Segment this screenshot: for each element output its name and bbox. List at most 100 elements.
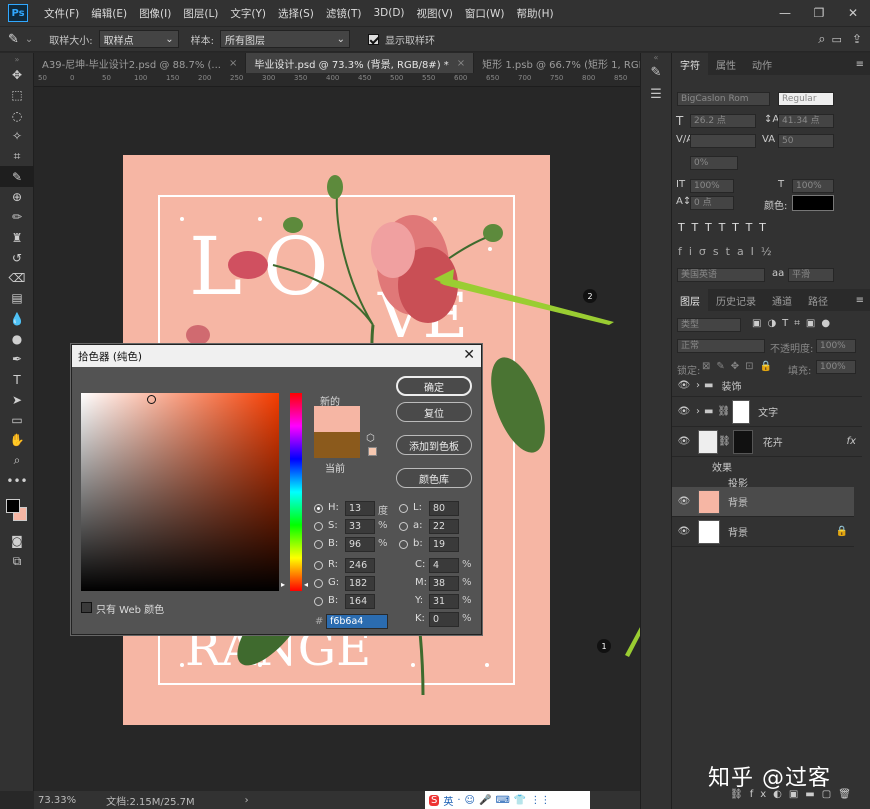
menu-edit[interactable]: 编辑(E) (85, 6, 133, 21)
font-style-select[interactable]: Regular (778, 92, 834, 106)
chevron-right-icon[interactable]: › (245, 795, 249, 806)
close-icon[interactable]: ✕ (463, 347, 475, 363)
current-color-swatch[interactable] (314, 432, 360, 458)
chevron-right-icon[interactable]: › (696, 380, 700, 391)
sample-select[interactable]: 所有图层 ⌄ (220, 30, 351, 48)
gradient-tool-icon[interactable]: ▤ (0, 288, 34, 308)
baseline-field[interactable]: 0 点 (690, 196, 734, 210)
menu-filter[interactable]: 滤镜(T) (320, 6, 368, 21)
tab-paths[interactable]: 路径 (800, 289, 836, 311)
text-color-swatch[interactable] (792, 195, 834, 211)
share-icon[interactable]: ⇪ (852, 32, 862, 46)
hue-slider[interactable] (290, 393, 302, 591)
font-family-select[interactable]: BigCaslon Rom (677, 92, 770, 106)
screen-mode-icon[interactable]: ⧉ (0, 552, 34, 572)
tab-document-1[interactable]: A39-尼坤-毕业设计2.psd @ 88.7% (... × (34, 53, 247, 73)
lab-a-radio[interactable] (399, 522, 408, 531)
menu-image[interactable]: 图像(I) (133, 6, 177, 21)
layer-row[interactable]: 👁 背景 🔒 (672, 517, 854, 547)
cyan-field[interactable]: 4 (429, 558, 459, 573)
keyboard-icon[interactable]: ⌨ (495, 795, 509, 806)
visibility-eye-icon[interactable]: 👁 (672, 436, 696, 447)
color-libraries-button[interactable]: 颜色库 (396, 468, 472, 488)
layer-row-selected[interactable]: 👁 背景 (672, 487, 854, 517)
tab-document-2[interactable]: 毕业设计.psd @ 73.3% (背景, RGB/8#) * × (246, 53, 475, 73)
zoom-level[interactable]: 73.33% (38, 795, 76, 806)
blend-mode-select[interactable]: 正常 (677, 339, 765, 353)
yellow-field[interactable]: 31 (429, 594, 459, 609)
ime-logo-icon[interactable]: S (429, 794, 440, 806)
eyedropper-tool-icon[interactable]: ✎ (0, 166, 34, 187)
lab-l-field[interactable]: 80 (429, 501, 459, 516)
layer-thumbnail[interactable] (698, 429, 718, 454)
crop-tool-icon[interactable]: ⌗ (0, 146, 34, 166)
menu-window[interactable]: 窗口(W) (459, 6, 511, 21)
zoom-tool-icon[interactable]: ⌕ (0, 451, 34, 471)
tab-channels[interactable]: 通道 (764, 289, 800, 311)
menu-type[interactable]: 文字(Y) (224, 6, 272, 21)
lab-l-radio[interactable] (399, 504, 408, 513)
close-icon[interactable]: × (229, 58, 237, 69)
microphone-icon[interactable]: 🎤 (479, 795, 491, 806)
search-icon[interactable]: ⌕ (818, 32, 825, 47)
opacity-field[interactable]: 100% (816, 339, 856, 353)
menu-help[interactable]: 帮助(H) (511, 6, 560, 21)
layer-mask-thumbnail[interactable] (732, 429, 753, 454)
tab-actions[interactable]: 动作 (744, 53, 780, 75)
type-tool-icon[interactable]: T (0, 369, 34, 389)
saturation-field[interactable]: 33 (345, 519, 375, 534)
collapse-icon[interactable]: « (641, 53, 671, 65)
show-sampling-ring-checkbox[interactable] (368, 33, 380, 45)
brush-tool-icon[interactable]: ✏ (0, 207, 34, 227)
reset-button[interactable]: 复位 (396, 402, 472, 422)
tab-history[interactable]: 历史记录 (708, 289, 764, 311)
adjustments-icon[interactable]: ☰ (641, 87, 671, 109)
red-field[interactable]: 246 (345, 558, 375, 573)
brush-settings-icon[interactable]: ✎ (641, 65, 671, 87)
panel-menu-icon[interactable]: ≡ (856, 59, 864, 70)
horizontal-scale-field[interactable]: 100% (792, 179, 834, 193)
anti-alias-select[interactable]: 平滑 (788, 268, 834, 282)
minimize-button[interactable]: — (768, 6, 802, 20)
dodge-tool-icon[interactable]: ● (0, 329, 34, 349)
saturation-radio[interactable] (314, 522, 323, 531)
hue-slider-right-arrow-icon[interactable]: ◂ (304, 580, 308, 589)
punctuation-icon[interactable]: · (457, 795, 460, 806)
green-radio[interactable] (314, 579, 323, 588)
layer-filter-select[interactable]: 类型 (677, 318, 741, 332)
more-tools-icon[interactable]: ••• (0, 471, 34, 491)
visibility-eye-icon[interactable]: 👁 (672, 496, 696, 507)
menu-layer[interactable]: 图层(L) (177, 6, 224, 21)
menu-file[interactable]: 文件(F) (38, 6, 85, 21)
pen-tool-icon[interactable]: ✒ (0, 349, 34, 369)
grid-icon[interactable]: ⋮⋮ (530, 795, 550, 806)
hue-slider-left-arrow-icon[interactable]: ▸ (281, 580, 285, 589)
vertical-scale-field[interactable]: 100% (690, 179, 734, 193)
layer-mask-thumbnail[interactable] (732, 399, 751, 424)
panel-menu-icon[interactable]: ≡ (856, 295, 864, 306)
rectangle-tool-icon[interactable]: ▭ (0, 410, 34, 430)
eraser-tool-icon[interactable]: ⌫ (0, 268, 34, 288)
lab-a-field[interactable]: 22 (429, 519, 459, 534)
hue-radio[interactable] (314, 504, 323, 513)
visibility-eye-icon[interactable]: 👁 (672, 406, 696, 417)
tool-preset-chevron-icon[interactable]: ⌄ (25, 34, 33, 45)
opentype-buttons[interactable]: fiσstaⅠ½ (678, 245, 779, 258)
color-picker-handle[interactable] (147, 395, 156, 404)
brightness-radio[interactable] (314, 540, 323, 549)
close-button[interactable]: ✕ (836, 6, 870, 20)
black-field[interactable]: 0 (429, 612, 459, 627)
type-style-buttons[interactable]: TTTTTTT (678, 221, 773, 234)
close-icon[interactable]: × (457, 58, 465, 69)
menu-select[interactable]: 选择(S) (272, 6, 320, 21)
blur-tool-icon[interactable]: 💧 (0, 309, 34, 329)
visibility-eye-icon[interactable]: 👁 (672, 380, 696, 391)
hand-tool-icon[interactable]: ✋ (0, 430, 34, 450)
magenta-field[interactable]: 38 (429, 576, 459, 591)
marquee-tool-icon[interactable]: ⬚ (0, 85, 34, 105)
workspace-icon[interactable]: ▭ (832, 33, 842, 46)
layer-row[interactable]: 👁 › ▬ ⛓ 文字 (672, 397, 862, 427)
skin-icon[interactable]: 👕 (514, 795, 526, 806)
tracking-field[interactable]: 50 (778, 134, 834, 148)
lasso-tool-icon[interactable]: ◌ (0, 106, 34, 126)
